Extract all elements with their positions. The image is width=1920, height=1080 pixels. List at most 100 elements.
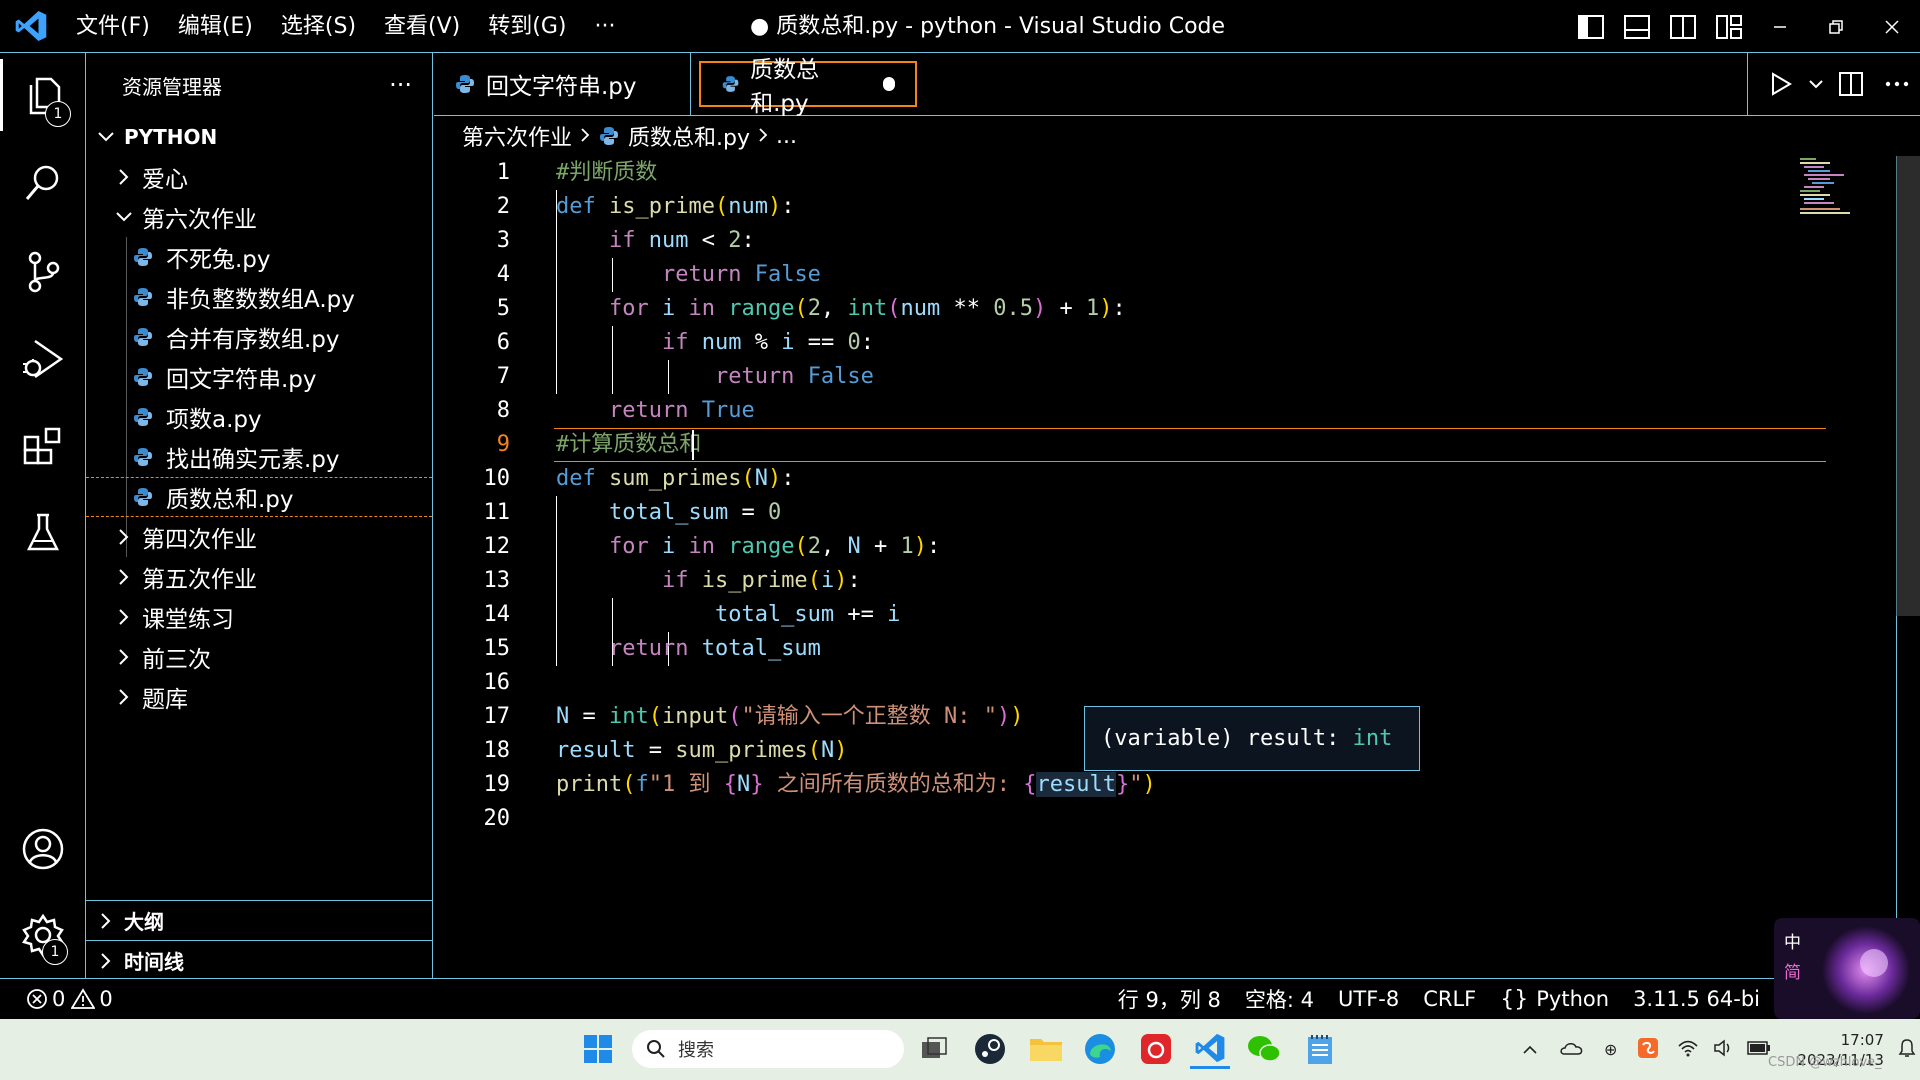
ime-lang[interactable]: 中 <box>1784 928 1801 953</box>
code-line-8: return True <box>608 398 755 423</box>
minimize-icon[interactable] <box>1752 0 1808 53</box>
menu-view[interactable]: 查看(V) <box>370 0 474 53</box>
sogou-icon[interactable] <box>1637 1037 1659 1063</box>
more-actions-icon[interactable] <box>1874 53 1920 115</box>
menu-go[interactable]: 转到(G) <box>474 0 580 53</box>
tree-item-label: 质数总和.py <box>166 487 294 513</box>
language-mode[interactable]: {} Python <box>1488 979 1621 1019</box>
split-editor-icon[interactable] <box>1828 53 1874 115</box>
code-line-14: total_sum += i <box>714 602 901 627</box>
tab-palindrome[interactable]: 回文字符串.py <box>434 53 691 115</box>
tab-prime-sum[interactable]: 质数总和.py <box>699 57 917 117</box>
tree-file[interactable]: 合并有序数组.py <box>86 317 432 357</box>
code-editor[interactable]: 1 2 3 4 5 6 7 8 9 10 11 12 13 14 15 16 1… <box>434 156 1920 978</box>
encoding[interactable]: UTF-8 <box>1326 979 1411 1019</box>
task-view-icon[interactable] <box>914 1029 954 1069</box>
menu-file[interactable]: 文件(F) <box>62 0 164 53</box>
restore-icon[interactable] <box>1808 0 1864 53</box>
line-ending[interactable]: CRLF <box>1411 979 1488 1019</box>
line-number: 19 <box>483 772 511 797</box>
file-explorer-icon[interactable] <box>1026 1029 1066 1069</box>
extensions-icon[interactable] <box>0 410 86 482</box>
wifi-icon[interactable] <box>1677 1039 1699 1061</box>
tree-file[interactable]: 不死兔.py <box>86 237 432 277</box>
explorer-more-actions[interactable]: ··· <box>389 71 412 99</box>
tree-folder-hw5[interactable]: 第五次作业 <box>86 557 432 597</box>
vscode-taskbar-icon[interactable] <box>1190 1029 1230 1069</box>
tree-folder-classwork[interactable]: 课堂练习 <box>86 597 432 637</box>
minimap[interactable] <box>1800 156 1900 216</box>
cursor-position[interactable]: 行 9，列 8 <box>1106 979 1233 1019</box>
close-icon[interactable] <box>1864 0 1920 53</box>
steam-icon[interactable] <box>970 1029 1010 1069</box>
search-icon[interactable] <box>0 147 86 219</box>
menu-selection[interactable]: 选择(S) <box>267 0 370 53</box>
editor-tabs: 回文字符串.py 质数总和.py <box>434 53 1920 117</box>
tree-folder-hw6[interactable]: 第六次作业 <box>86 197 432 237</box>
timeline-section[interactable]: 时间线 <box>86 940 432 980</box>
notification-bell-icon[interactable] <box>1898 1038 1916 1062</box>
scrollbar-thumb[interactable] <box>1896 156 1920 616</box>
explorer-icon[interactable]: 1 <box>0 59 86 131</box>
status-bar: 0 0 行 9，列 8 空格: 4 UTF-8 CRLF {} Python 3… <box>0 978 1920 1019</box>
outline-section[interactable]: 大纲 <box>86 900 432 940</box>
netease-music-icon[interactable] <box>1136 1029 1176 1069</box>
tab-label: 质数总和.py <box>750 57 820 117</box>
breadcrumb: 第六次作业 质数总和.py ... <box>434 116 1920 156</box>
toggle-panel-icon[interactable] <box>1614 0 1660 53</box>
chevron-down-icon <box>112 211 136 223</box>
accounts-icon[interactable] <box>0 813 86 885</box>
tree-file[interactable]: 回文字符串.py <box>86 357 432 397</box>
tree-file[interactable]: 非负整数数组A.py <box>86 277 432 317</box>
braces-icon: {} <box>1500 986 1529 1012</box>
window-title: ● 质数总和.py - python - Visual Studio Code <box>750 14 1226 39</box>
tree-item-label: 合并有序数组.py <box>166 327 340 353</box>
tree-file[interactable]: 找出确实元素.py <box>86 437 432 477</box>
toggle-primary-sidebar-icon[interactable] <box>1568 0 1614 53</box>
windows-start-icon[interactable] <box>578 1029 618 1069</box>
line-number: 16 <box>483 670 511 695</box>
line-number: 5 <box>496 296 510 321</box>
onedrive-icon[interactable] <box>1560 1040 1584 1060</box>
line-number: 20 <box>483 806 511 831</box>
taskbar-search[interactable]: 搜索 <box>632 1030 904 1068</box>
manage-gear-icon[interactable]: 1 <box>0 899 86 971</box>
line-number: 2 <box>496 194 510 219</box>
run-dropdown-chevron-icon[interactable] <box>1804 53 1828 115</box>
edge-browser-icon[interactable] <box>1080 1029 1120 1069</box>
menu-edit[interactable]: 编辑(E) <box>164 0 267 53</box>
indentation[interactable]: 空格: 4 <box>1233 979 1326 1019</box>
tree-file[interactable]: 项数a.py <box>86 397 432 437</box>
tree-folder-question-bank[interactable]: 题库 <box>86 677 432 717</box>
problems-indicator[interactable]: 0 0 <box>0 979 125 1019</box>
tree-file-selected[interactable]: 质数总和.py <box>86 477 432 517</box>
input-method-icon[interactable]: ⊕ <box>1604 1040 1617 1059</box>
python-file-icon <box>134 248 152 266</box>
notepad-icon[interactable] <box>1300 1029 1340 1069</box>
tree-folder-aixin[interactable]: 爱心 <box>86 157 432 197</box>
menu-more[interactable]: ··· <box>580 0 629 53</box>
unsaved-dot-icon[interactable] <box>882 77 895 91</box>
hover-tooltip: (variable) result: int <box>1084 706 1420 771</box>
tree-folder-first-three[interactable]: 前三次 <box>86 637 432 677</box>
chevron-up-icon[interactable] <box>1522 1041 1538 1059</box>
explorer-title: 资源管理器 <box>122 74 222 99</box>
code-line-15: return total_sum <box>608 636 821 661</box>
breadcrumb-file[interactable]: 质数总和.py <box>628 120 750 152</box>
chevron-right-icon <box>112 568 136 586</box>
ime-widget[interactable]: 中 简 <box>1774 918 1920 1019</box>
tree-folder-hw4[interactable]: 第四次作业 <box>86 517 432 557</box>
toggle-secondary-sidebar-icon[interactable] <box>1660 0 1706 53</box>
volume-icon[interactable] <box>1713 1038 1733 1061</box>
python-file-icon <box>134 448 152 466</box>
testing-icon[interactable] <box>0 497 86 569</box>
breadcrumb-symbol[interactable]: ... <box>776 124 797 149</box>
run-python-file-icon[interactable] <box>1758 53 1804 115</box>
breadcrumb-folder[interactable]: 第六次作业 <box>462 120 572 152</box>
workspace-root[interactable]: PYTHON <box>86 117 432 157</box>
ime-mode[interactable]: 简 <box>1784 958 1801 983</box>
run-debug-icon[interactable] <box>0 323 86 395</box>
wechat-icon[interactable] <box>1244 1029 1284 1069</box>
source-control-icon[interactable] <box>0 236 86 308</box>
customize-layout-icon[interactable] <box>1706 0 1752 53</box>
